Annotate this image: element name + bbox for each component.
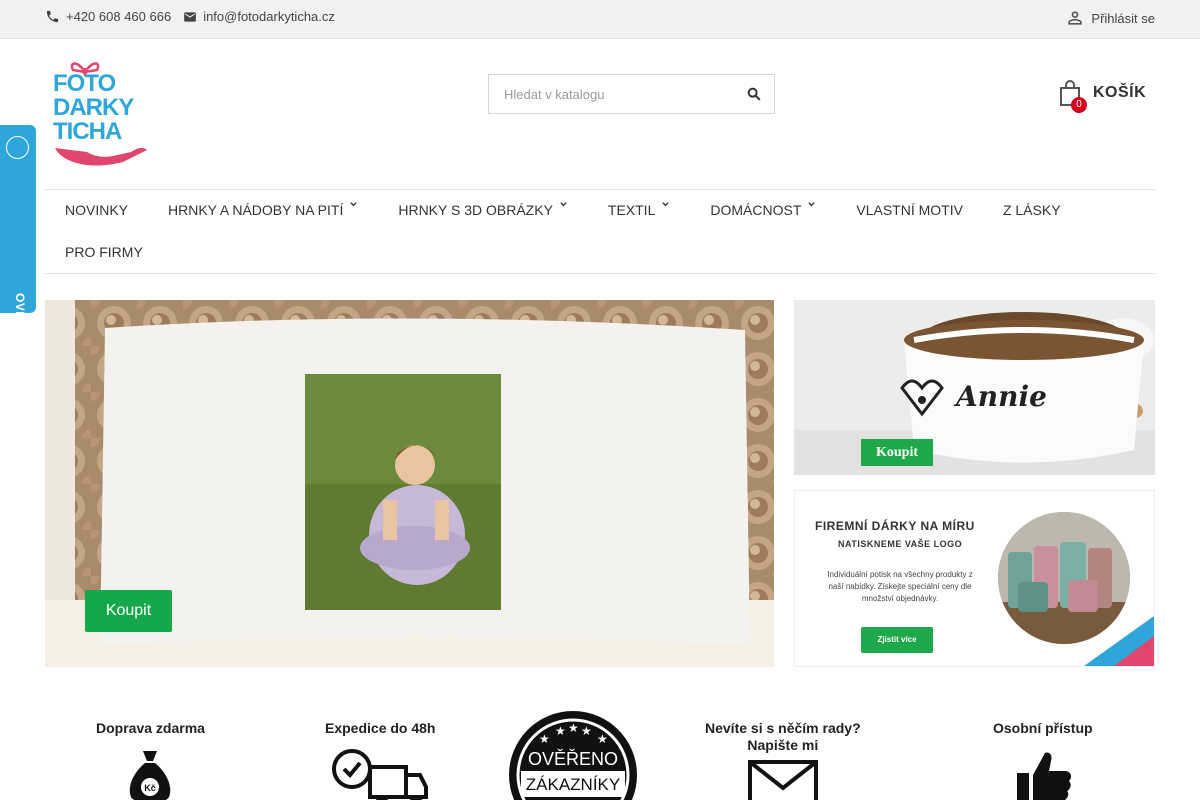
nav-row-1: NOVINKY HRNKY A NÁDOBY NA PITÍ HRNKY S 3… [45,190,1081,230]
user-icon [1068,11,1083,25]
nav-item-label: DOMÁCNOST [710,202,802,218]
benefit-dispatch: Expedice do 48h [325,720,435,800]
phone-icon [46,10,59,23]
nav-item-vlastni-motiv[interactable]: VLASTNÍ MOTIV [836,202,983,218]
cart-button[interactable]: 0 KOŠÍK [1058,79,1147,113]
svg-text:★: ★ [581,724,592,738]
email-link[interactable]: info@fotodarkyticha.cz [183,9,335,24]
nav-item-z-lasky[interactable]: Z LÁSKY [983,202,1081,218]
corner-decor [1084,616,1154,666]
hero-slider[interactable]: Koupit [45,300,774,667]
nav-item-hrnky-3d[interactable]: HRNKY S 3D OBRÁZKY [378,202,588,218]
cart-label: KOŠÍK [1093,84,1147,101]
cart-count-badge: 0 [1071,97,1087,113]
search-input[interactable] [489,75,734,113]
nav-item-label: VLASTNÍ MOTIV [856,202,963,218]
nav-item-domacnost[interactable]: DOMÁCNOST [690,202,836,218]
nav-item-textil[interactable]: TEXTIL [588,202,690,218]
nav-item-label: PRO FIRMY [65,244,143,260]
svg-text:★: ★ [555,724,566,738]
thumbs-up-icon [1016,752,1071,800]
nav-item-novinky[interactable]: NOVINKY [45,202,148,218]
svg-text:★: ★ [568,721,579,735]
benefit-contact[interactable]: Nevíte si s něčím rady? Napište mi [705,720,861,800]
banner-corporate-gifts[interactable]: FIREMNÍ DÁRKY NA MÍRU NATISKNEME VAŠE LO… [794,490,1155,667]
nav-item-label: HRNKY S 3D OBRÁZKY [398,202,553,218]
login-link[interactable]: Přihlásit se [1065,8,1155,28]
nav-item-hrnky[interactable]: HRNKY A NÁDOBY NA PITÍ [148,202,378,218]
chevron-down-icon [808,202,816,207]
nav-row-2: PRO FIRMY [45,232,163,272]
nav-item-pro-firmy[interactable]: PRO FIRMY [45,244,163,260]
search-box [488,74,775,114]
benefit-personal: Osobní přístup [993,720,1093,800]
nav-item-label: NOVINKY [65,202,129,218]
benefit-free-shipping: Doprava zdarma Kč [96,720,205,800]
phone-link[interactable]: +420 608 460 666 [45,9,171,24]
contact-info: +420 608 460 666 info@fotodarkyticha.cz [45,9,347,24]
nav-item-label: TEXTIL [607,202,656,218]
corporate-subtitle: NATISKNEME VAŠE LOGO [838,539,963,549]
corporate-more-button[interactable]: Zjistit více [861,627,933,653]
banner-pet-bowl[interactable]: Annie Koupit [794,300,1155,475]
top-bar: +420 608 460 666 info@fotodarkyticha.cz … [0,0,1200,39]
verified-customers-seal[interactable]: ★ ★ ★ ★ ★ OVĚŘENO ZÁKAZNÍKY [509,711,637,800]
seal-line-2: ZÁKAZNÍKY [526,775,620,794]
verified-seal-graphic: ★ ★ ★ ★ ★ OVĚŘENO ZÁKAZNÍKY [511,713,635,800]
logo-text-line1: FOTO [53,70,116,97]
svg-text:★: ★ [597,732,608,746]
main-nav: NOVINKY HRNKY A NÁDOBY NA PITÍ HRNKY S 3… [45,189,1155,274]
nav-item-label: HRNKY A NÁDOBY NA PITÍ [168,202,344,218]
benefit-label: Osobní přístup [993,720,1093,736]
hand-icon [55,147,147,166]
cart-bag: 0 [1058,79,1087,113]
verified-customers-badge[interactable]: OVĚŘENO ZÁKAZNÍKY [0,125,36,434]
logo-text-line3: TICHA [53,118,122,145]
money-bag-icon: Kč [130,751,171,800]
logo-text-line2: DARKY [53,94,134,121]
chevron-down-icon [560,202,567,207]
benefit-label-line1: Nevíte si s něčím rady? [705,720,861,736]
login-label: Přihlásit se [1091,10,1155,26]
mail-icon [184,11,197,22]
seal-line-1: OVĚŘENO [528,749,618,769]
envelope-icon [747,760,818,800]
corporate-description: Individuální potisk na všechny produkty … [827,570,973,603]
bowl-name-text: Annie [956,380,1047,413]
svg-text:★: ★ [539,732,550,746]
currency-symbol: Kč [145,783,157,793]
bowl-buy-button[interactable]: Koupit [861,439,933,466]
benefit-label-line2: Napište mi [747,737,819,753]
chevron-down-icon [662,202,670,207]
phone-number: +420 608 460 666 [66,9,172,24]
email-address: info@fotodarkyticha.cz [203,9,335,24]
chevron-down-icon [350,202,358,207]
nav-item-label: Z LÁSKY [1002,202,1061,218]
benefit-label: Doprava zdarma [96,720,205,736]
site-logo[interactable]: FOTO DARKY TICHA [53,58,151,170]
delivery-truck-icon [332,749,429,800]
verified-seal-icon [6,136,29,159]
verified-badge-label: OVĚŘENO ZÁKAZNÍKY [13,293,27,435]
search-icon[interactable] [746,86,762,102]
hero-buy-button[interactable]: Koupit [85,590,172,632]
corporate-title: FIREMNÍ DÁRKY NA MÍRU [815,519,975,533]
benefit-label: Expedice do 48h [325,720,436,736]
